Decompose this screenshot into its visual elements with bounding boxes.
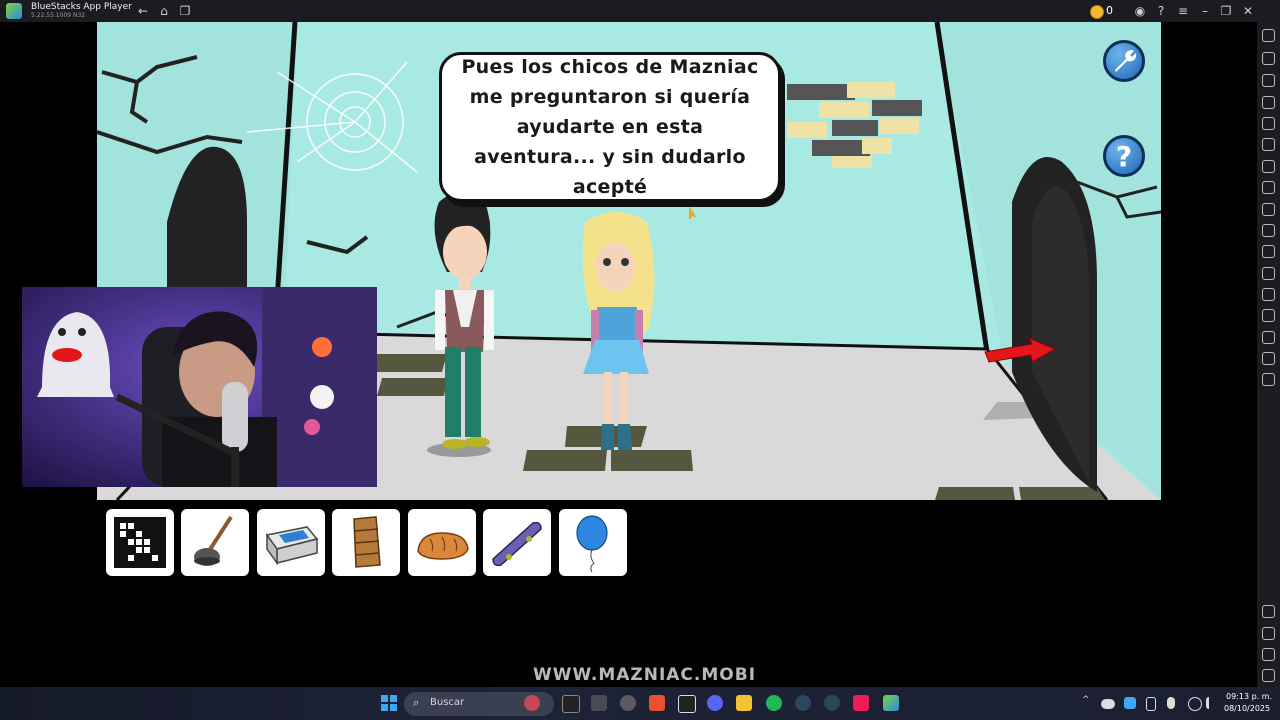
airplane-icon[interactable] bbox=[1262, 267, 1275, 280]
search-label: Buscar bbox=[430, 697, 465, 708]
performance-icon[interactable] bbox=[1262, 181, 1275, 194]
tablet-box-icon bbox=[265, 526, 319, 566]
inventory-slot-skateboard[interactable] bbox=[483, 509, 551, 576]
obs-icon[interactable] bbox=[620, 695, 636, 711]
restore-icon[interactable]: ❐ bbox=[1218, 3, 1234, 19]
steam-icon[interactable] bbox=[795, 695, 811, 711]
clock-date[interactable]: 08/10/2025 bbox=[1224, 704, 1270, 713]
dialogue-speech-bubble[interactable]: Pues los chicos de Mazniac me preguntaro… bbox=[439, 52, 781, 202]
app-u-icon[interactable] bbox=[562, 695, 580, 713]
inventory-slot-wooden-drawer[interactable] bbox=[332, 509, 400, 576]
network-icon[interactable] bbox=[1188, 697, 1202, 711]
file-explorer-icon[interactable] bbox=[736, 695, 752, 711]
window-title-bar: BlueStacks App Player 5.22.55.1009 N32 ←… bbox=[0, 0, 1280, 22]
inventory-slot-bread-loaf[interactable] bbox=[408, 509, 476, 576]
inventory-slot-tablet-box[interactable] bbox=[257, 509, 325, 576]
resize-icon[interactable] bbox=[1262, 288, 1275, 301]
media-folder-icon[interactable] bbox=[1262, 245, 1275, 258]
spotify-icon[interactable] bbox=[766, 695, 782, 711]
plunger-icon bbox=[194, 515, 233, 566]
bread-loaf-icon bbox=[417, 532, 469, 560]
macro-icon[interactable] bbox=[1262, 160, 1275, 173]
close-icon[interactable]: ✕ bbox=[1240, 3, 1256, 19]
help-circle-icon[interactable]: ? bbox=[1153, 3, 1169, 19]
android-home-icon[interactable] bbox=[1262, 648, 1275, 661]
wooden-drawer-icon bbox=[353, 516, 381, 568]
onedrive-icon[interactable] bbox=[1101, 699, 1115, 709]
coin-count: 0 bbox=[1106, 4, 1113, 17]
eco-mode-icon[interactable] bbox=[1262, 373, 1275, 386]
taskbar-search[interactable]: ⌕ Buscar bbox=[404, 692, 554, 716]
webcam-feed bbox=[22, 287, 377, 487]
minimize-icon[interactable]: – bbox=[1197, 3, 1213, 19]
app-version: 5.22.55.1009 N32 bbox=[31, 12, 86, 19]
volume-icon[interactable] bbox=[1262, 52, 1275, 65]
octopus-icon bbox=[524, 695, 540, 711]
recent-apps-icon[interactable]: ❐ bbox=[177, 3, 193, 19]
discord-icon[interactable] bbox=[707, 695, 723, 711]
bluestacks-sidebar bbox=[1257, 22, 1280, 687]
tiktok-icon[interactable] bbox=[853, 695, 869, 711]
record-icon[interactable] bbox=[1262, 224, 1275, 237]
capcut-icon[interactable] bbox=[678, 695, 696, 713]
screenshot-icon[interactable] bbox=[1262, 203, 1275, 216]
back-arrow-icon[interactable]: ← bbox=[135, 3, 151, 19]
windows-start-icon[interactable] bbox=[381, 695, 397, 711]
inventory-slot-plunger[interactable] bbox=[181, 509, 249, 576]
wrench-icon[interactable] bbox=[1103, 40, 1145, 82]
wrench-glyph bbox=[1115, 50, 1137, 72]
inventory-slot-blue-balloon[interactable] bbox=[559, 509, 627, 576]
steam-alt-icon[interactable] bbox=[824, 695, 840, 711]
android-recents-icon[interactable] bbox=[1262, 669, 1275, 682]
eraser-icon[interactable] bbox=[1262, 309, 1275, 322]
sync-icon[interactable] bbox=[1262, 138, 1275, 151]
home-icon[interactable]: ⌂ bbox=[156, 3, 172, 19]
gamepad-icon[interactable] bbox=[1262, 96, 1275, 109]
inventory-slot-crossword-map[interactable] bbox=[106, 509, 174, 576]
blue-balloon-icon bbox=[576, 515, 608, 573]
help-button[interactable]: ? bbox=[1103, 135, 1145, 177]
speaker-icon[interactable] bbox=[1206, 697, 1221, 709]
chevron-up-icon[interactable]: ^ bbox=[1082, 695, 1092, 711]
coin-icon[interactable] bbox=[1090, 5, 1104, 19]
microphone-icon[interactable] bbox=[1167, 697, 1175, 709]
brave-icon[interactable] bbox=[649, 695, 665, 711]
search-icon: ⌕ bbox=[413, 696, 420, 709]
bluestacks-taskbar-icon[interactable] bbox=[883, 695, 899, 711]
settings-gear-icon[interactable] bbox=[1262, 605, 1275, 618]
android-back-icon[interactable] bbox=[1262, 627, 1275, 640]
webcam-overlay bbox=[22, 287, 377, 487]
rotate-icon[interactable] bbox=[1262, 117, 1275, 130]
usb-icon[interactable] bbox=[1146, 697, 1156, 711]
watermark-text: WWW.MAZNIAC.MOBI bbox=[533, 665, 757, 685]
bluestacks-logo-icon bbox=[6, 3, 22, 19]
location-icon[interactable] bbox=[1262, 331, 1275, 344]
fullscreen-icon[interactable] bbox=[1262, 29, 1275, 42]
dialogue-text: Pues los chicos de Mazniac me preguntaro… bbox=[461, 56, 759, 198]
menu-icon[interactable]: ≡ bbox=[1175, 3, 1191, 19]
window-title: BlueStacks App Player bbox=[31, 2, 132, 12]
keyboard-icon[interactable] bbox=[1262, 74, 1275, 87]
cube-app-icon[interactable] bbox=[591, 695, 607, 711]
clock-time[interactable]: 09:13 p. m. bbox=[1226, 692, 1272, 701]
account-icon[interactable]: ◉ bbox=[1132, 3, 1148, 19]
crossword-map-icon bbox=[114, 517, 166, 568]
defender-icon[interactable] bbox=[1124, 697, 1136, 709]
skateboard-icon bbox=[492, 521, 542, 567]
layers-icon[interactable] bbox=[1262, 352, 1275, 365]
